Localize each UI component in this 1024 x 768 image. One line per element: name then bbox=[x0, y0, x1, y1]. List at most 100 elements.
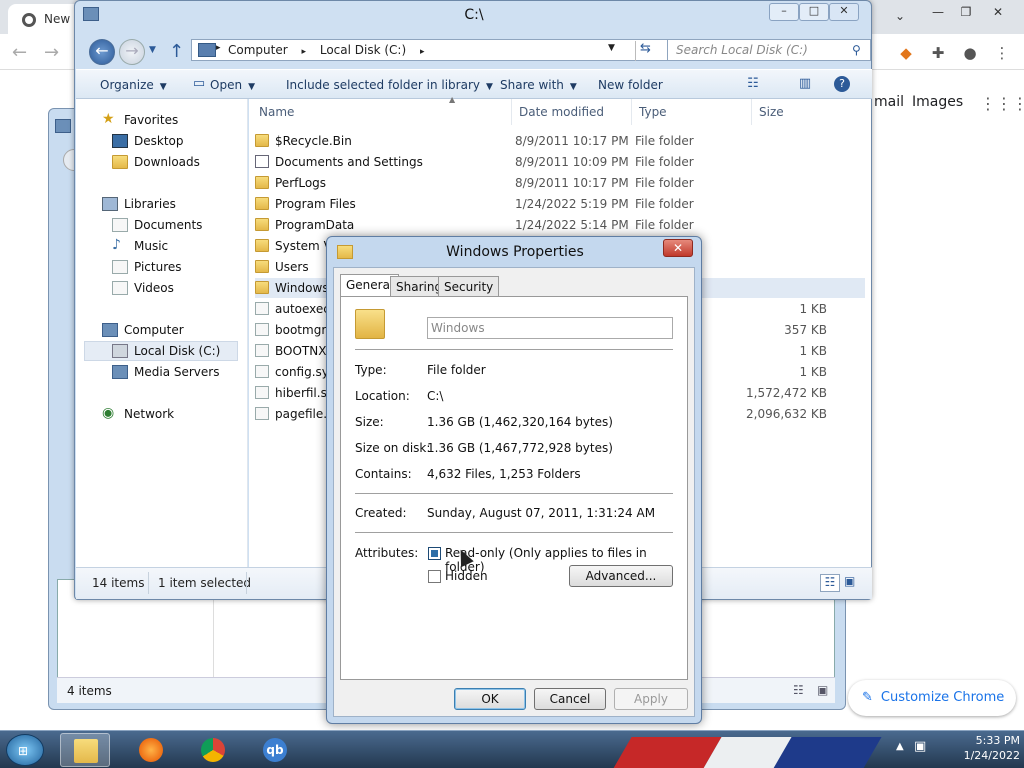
column-type[interactable]: Type bbox=[639, 105, 667, 119]
chevron-down-icon: ▼ bbox=[248, 82, 255, 92]
images-link[interactable]: Images bbox=[912, 94, 963, 110]
cancel-button[interactable]: Cancel bbox=[534, 688, 606, 710]
file-name: bootmgr bbox=[275, 323, 327, 337]
taskbar-explorer[interactable] bbox=[60, 733, 110, 767]
folder-name-field[interactable]: Windows bbox=[427, 317, 673, 339]
forward-button[interactable]: → bbox=[119, 39, 145, 65]
chevron-right-icon[interactable]: ▸ bbox=[301, 47, 306, 57]
hidden-checkbox[interactable] bbox=[428, 570, 441, 583]
taskbar-chrome[interactable] bbox=[188, 733, 238, 767]
breadcrumb-local-disk[interactable]: Local Disk (C:) bbox=[320, 43, 406, 57]
close-button[interactable]: ✕ bbox=[663, 239, 693, 257]
apps-grid-icon[interactable]: ⋮⋮⋮ bbox=[980, 94, 1024, 114]
column-name[interactable]: Name bbox=[259, 105, 294, 119]
apply-button[interactable]: Apply bbox=[614, 688, 688, 710]
address-row: ← → ▼ ↑ ▸ Computer ▸ Local Disk (C:) ▸ ▼… bbox=[83, 35, 871, 65]
chevron-down-icon: ▼ bbox=[569, 82, 577, 92]
metamask-icon[interactable]: ◆ bbox=[896, 44, 916, 64]
large-icons-view-icon[interactable]: ▣ bbox=[844, 574, 855, 588]
address-history-dropdown[interactable]: ▼ bbox=[608, 43, 615, 53]
file-name: Users bbox=[275, 260, 309, 274]
folder-icon bbox=[255, 281, 269, 294]
file-size: 357 KB bbox=[784, 323, 827, 337]
tray-arrow-icon[interactable]: ▲ bbox=[896, 741, 904, 752]
chrome-icon bbox=[22, 13, 36, 27]
back-button[interactable]: ← bbox=[89, 39, 115, 65]
column-divider[interactable] bbox=[751, 99, 752, 125]
preview-pane-icon[interactable]: ▥ bbox=[796, 76, 814, 92]
new-folder-label: New folder bbox=[598, 78, 663, 92]
chevron-right-icon[interactable]: ▸ bbox=[216, 43, 221, 53]
help-icon[interactable]: ? bbox=[834, 76, 850, 92]
clock[interactable]: 5:33 PM 1/24/2022 bbox=[940, 733, 1020, 763]
menu-icon[interactable]: ⋮ bbox=[992, 44, 1012, 64]
address-bar[interactable]: ▸ Computer ▸ Local Disk (C:) ▸ ▼ bbox=[191, 39, 671, 61]
status-divider bbox=[148, 572, 149, 594]
chevron-right-icon[interactable]: ▸ bbox=[420, 47, 425, 57]
nav-local-disk[interactable]: Local Disk (C:) bbox=[84, 341, 238, 361]
up-arrow-icon[interactable]: ↑ bbox=[169, 41, 184, 62]
advanced-button[interactable]: Advanced... bbox=[569, 565, 673, 587]
search-icon[interactable]: ⚲ bbox=[852, 43, 861, 57]
read-only-checkbox[interactable] bbox=[428, 547, 441, 560]
minimize-button[interactable]: – bbox=[769, 3, 799, 21]
restore-button[interactable]: ❐ bbox=[952, 2, 980, 24]
pictures-icon bbox=[112, 260, 128, 274]
network-tray-icon[interactable]: ▣ bbox=[914, 739, 926, 754]
contains-value: 4,632 Files, 1,253 Folders bbox=[427, 467, 581, 481]
open-button[interactable]: Open ▼ bbox=[210, 78, 255, 92]
preview-view-icon[interactable]: ▣ bbox=[817, 683, 828, 697]
include-in-library-button[interactable]: Include selected folder in library ▼ bbox=[286, 78, 493, 92]
extensions-icon[interactable]: ✚ bbox=[928, 44, 948, 64]
forward-arrow-icon[interactable]: → bbox=[44, 42, 59, 63]
file-date: 8/9/2011 10:09 PM bbox=[515, 155, 629, 169]
back-arrow-icon[interactable]: ← bbox=[12, 42, 27, 63]
table-row[interactable]: PerfLogs 8/9/2011 10:17 PM File folder bbox=[255, 173, 865, 193]
size-value: 1.36 GB (1,462,320,164 bytes) bbox=[427, 415, 613, 429]
column-date-modified[interactable]: Date modified bbox=[519, 105, 604, 119]
table-row[interactable]: $Recycle.Bin 8/9/2011 10:17 PM File folder bbox=[255, 131, 865, 151]
refresh-icon[interactable]: ⇆ bbox=[635, 41, 655, 61]
search-input[interactable]: Search Local Disk (C:) ⚲ bbox=[667, 39, 871, 61]
file-type: File folder bbox=[635, 197, 694, 211]
sort-ascending-icon: ▲ bbox=[449, 95, 456, 104]
details-view-icon[interactable]: ☷ bbox=[820, 574, 840, 592]
recent-pages-dropdown[interactable]: ▼ bbox=[149, 45, 156, 55]
details-view-icon[interactable]: ☷ bbox=[793, 683, 804, 697]
column-divider[interactable] bbox=[631, 99, 632, 125]
start-button[interactable]: ⊞ bbox=[6, 734, 44, 766]
close-button[interactable]: ✕ bbox=[829, 3, 859, 21]
close-button[interactable]: ✕ bbox=[984, 2, 1012, 24]
taskbar-qbittorrent[interactable]: qb bbox=[250, 733, 300, 767]
customize-chrome-button[interactable]: ✎ Customize Chrome bbox=[848, 680, 1016, 716]
organize-button[interactable]: Organize ▼ bbox=[100, 78, 167, 92]
media-server-icon bbox=[112, 365, 128, 379]
column-divider[interactable] bbox=[511, 99, 512, 125]
maximize-button[interactable]: □ bbox=[799, 3, 829, 21]
minimize-button[interactable]: — bbox=[924, 2, 952, 24]
taskbar-firefox[interactable] bbox=[126, 733, 176, 767]
dialog-body: General Sharing Security Windows Type: F… bbox=[333, 267, 695, 717]
chevron-down-icon[interactable]: ⌄ bbox=[886, 6, 914, 28]
folder-icon bbox=[355, 309, 385, 339]
chrome-tab-title: New bbox=[44, 12, 71, 26]
share-with-button[interactable]: Share with ▼ bbox=[500, 78, 577, 92]
gmail-link[interactable]: mail bbox=[874, 94, 904, 110]
file-name: hiberfil.s bbox=[275, 386, 327, 400]
new-folder-button[interactable]: New folder bbox=[598, 78, 663, 92]
column-size[interactable]: Size bbox=[759, 105, 784, 119]
ok-button[interactable]: OK bbox=[454, 688, 526, 710]
profile-icon[interactable]: ● bbox=[960, 44, 980, 64]
file-name: Program Files bbox=[275, 197, 356, 211]
change-view-icon[interactable]: ☷ bbox=[744, 76, 762, 92]
separator bbox=[355, 532, 673, 533]
tab-security[interactable]: Security bbox=[438, 276, 500, 296]
libraries-icon bbox=[102, 197, 118, 211]
clock-time: 5:33 PM bbox=[975, 734, 1020, 747]
table-row[interactable]: Program Files 1/24/2022 5:19 PM File folde… bbox=[255, 194, 865, 214]
breadcrumb-computer[interactable]: Computer bbox=[228, 43, 288, 57]
location-value: C:\ bbox=[427, 389, 444, 403]
table-row[interactable]: ProgramData 1/24/2022 5:14 PM File folder bbox=[255, 215, 865, 235]
folder-icon bbox=[255, 134, 269, 147]
table-row[interactable]: Documents and Settings 8/9/2011 10:09 PM F… bbox=[255, 152, 865, 172]
